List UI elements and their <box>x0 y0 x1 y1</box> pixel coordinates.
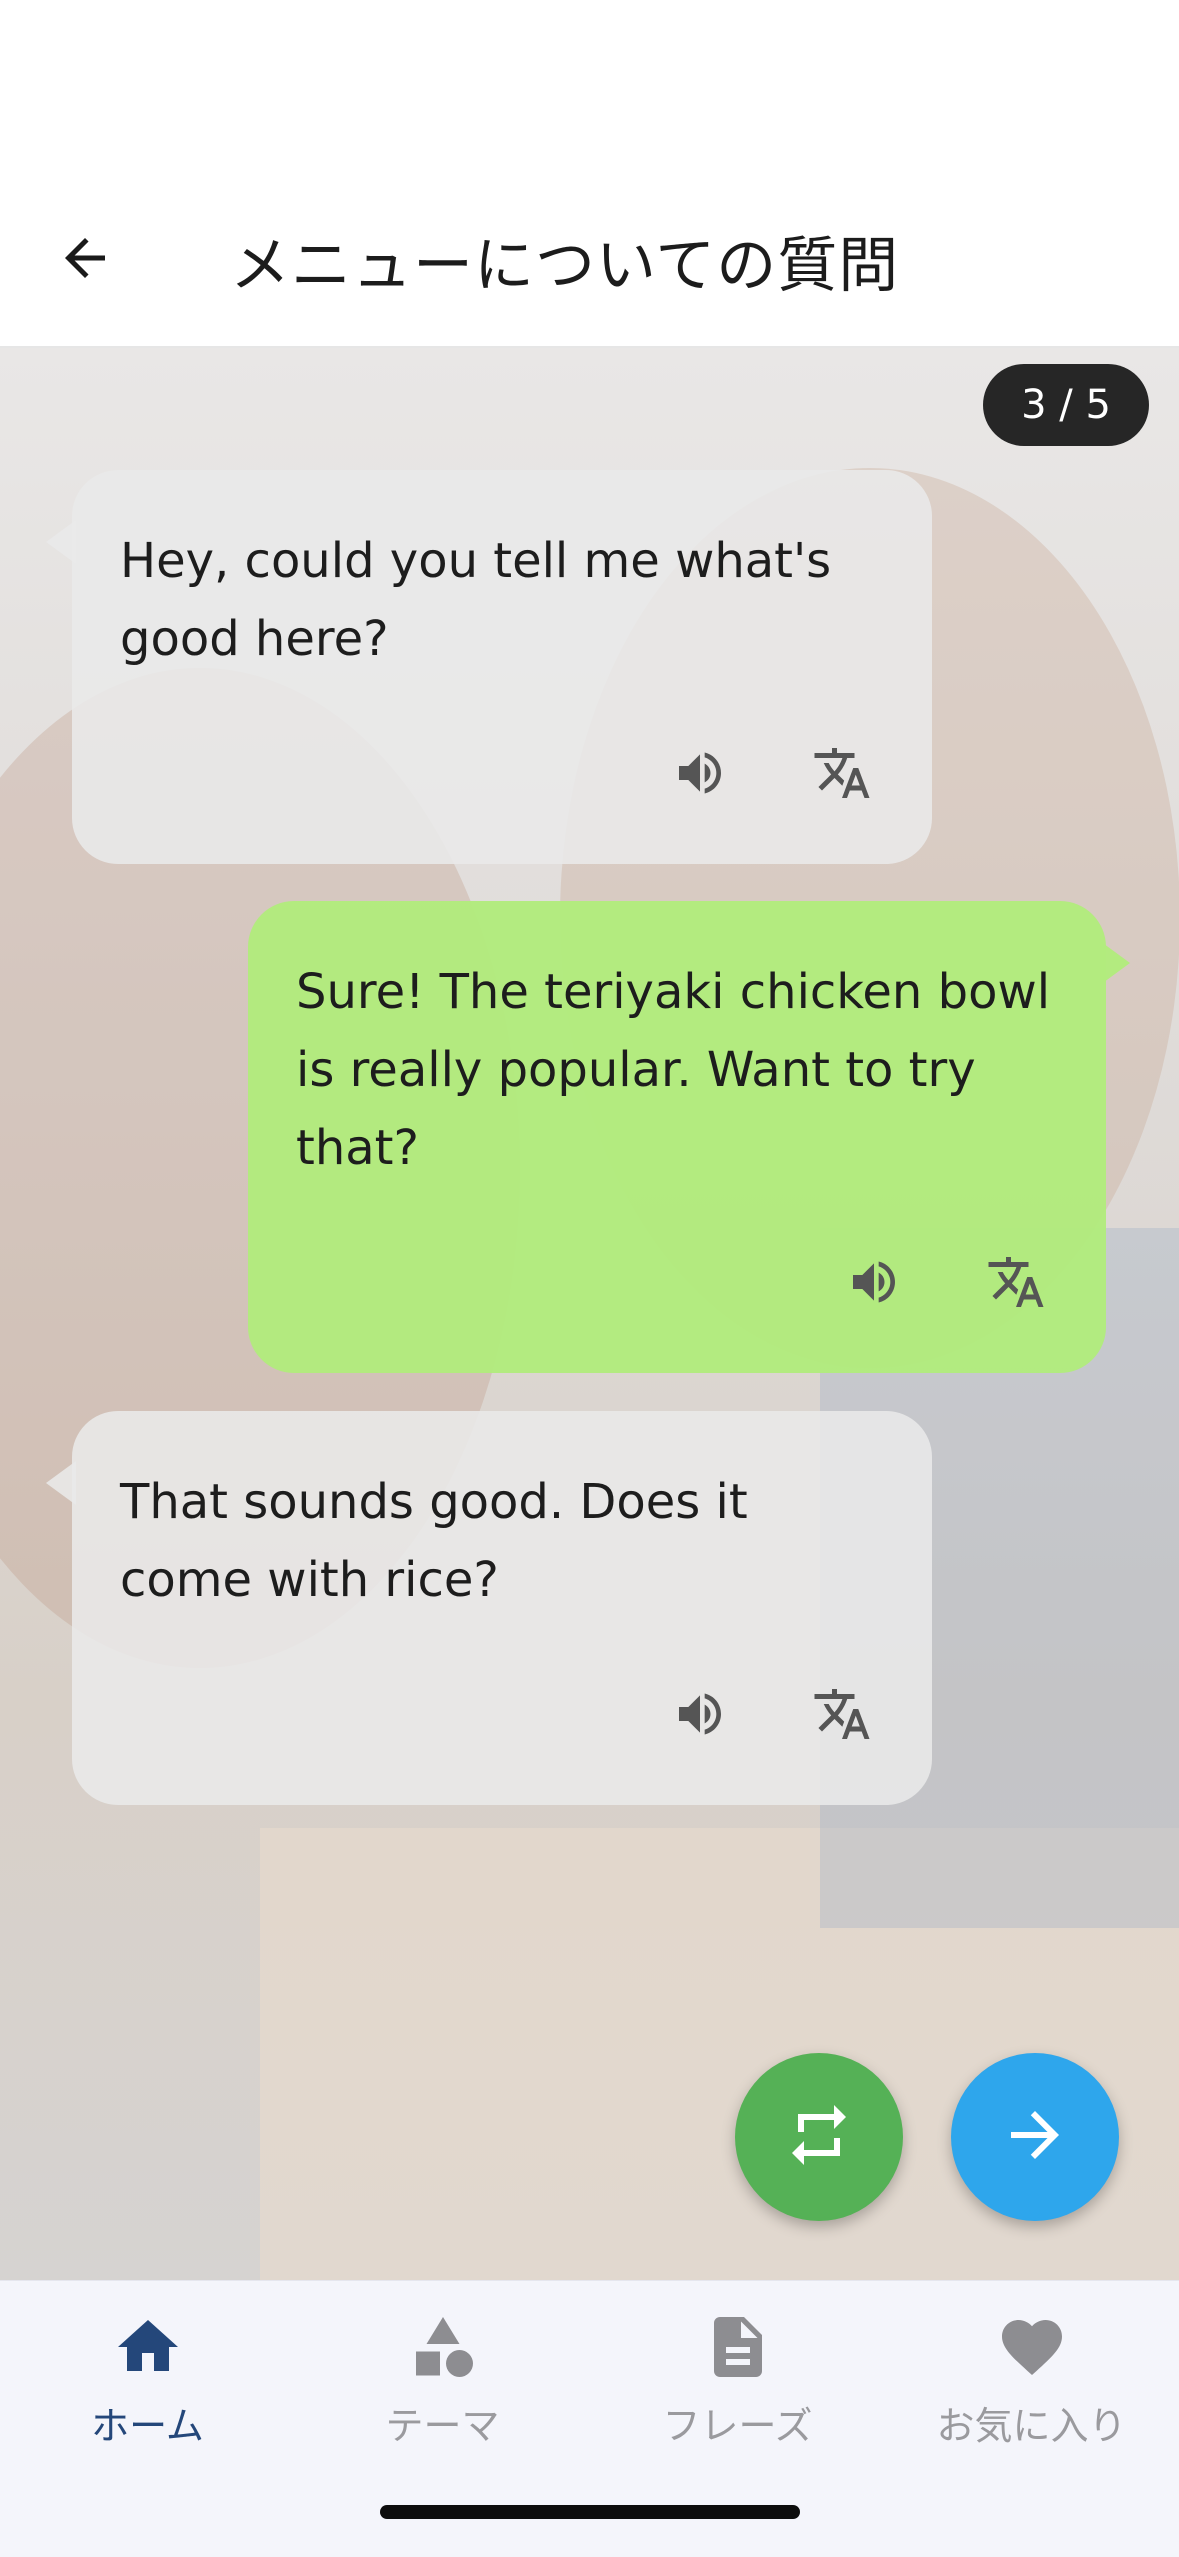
speaker-icon <box>672 1686 728 1765</box>
nav-label: テーマ <box>385 2404 500 2448</box>
message-bubble-incoming: That sounds good. Does it come with rice… <box>46 1411 932 1805</box>
bubble-actions <box>650 734 892 834</box>
translate-icon <box>812 1684 872 1767</box>
speak-button[interactable] <box>824 1243 924 1343</box>
repeat-button[interactable] <box>735 2053 903 2221</box>
speaker-icon <box>672 745 728 824</box>
message-bubble-incoming: Hey, could you tell me what's good here? <box>46 470 932 864</box>
heart-icon <box>996 2311 1068 2387</box>
message-text: Hey, could you tell me what's good here? <box>120 533 832 667</box>
translate-button[interactable] <box>792 734 892 834</box>
repeat-icon <box>783 2099 855 2175</box>
nav-label: ホーム <box>91 2404 204 2448</box>
nav-label: フレーズ <box>662 2404 813 2448</box>
arrow-left-icon <box>55 228 115 292</box>
speaker-icon <box>846 1254 902 1333</box>
translate-button[interactable] <box>966 1243 1066 1343</box>
shapes-icon <box>407 2311 479 2387</box>
app-bar: メニューについての質問 <box>0 0 1179 348</box>
document-icon <box>702 2311 774 2387</box>
speak-button[interactable] <box>650 1675 750 1775</box>
page-title: メニューについての質問 <box>230 230 900 301</box>
conversation-area: 3 / 5 Hey, could you tell me what's good… <box>0 348 1179 2280</box>
bubble-tail <box>46 1461 76 1505</box>
message-text: Sure! The teriyaki chicken bowl is reall… <box>296 964 1051 1176</box>
bubble-actions <box>650 1675 892 1775</box>
arrow-right-icon <box>999 2099 1071 2175</box>
nav-item-home[interactable]: ホーム <box>0 2311 295 2461</box>
message-text: That sounds good. Does it come with rice… <box>120 1474 748 1608</box>
bubble-actions <box>824 1243 1066 1343</box>
nav-item-theme[interactable]: テーマ <box>295 2311 590 2461</box>
home-indicator <box>380 2505 800 2519</box>
translate-icon <box>812 743 872 826</box>
nav-item-phrases[interactable]: フレーズ <box>590 2311 885 2461</box>
back-button[interactable] <box>40 215 130 305</box>
home-icon <box>112 2311 184 2387</box>
speak-button[interactable] <box>650 734 750 834</box>
bubble-tail <box>1100 941 1130 985</box>
nav-label: お気に入り <box>936 2404 1127 2448</box>
next-button[interactable] <box>951 2053 1119 2221</box>
bubble-tail <box>46 520 76 564</box>
translate-button[interactable] <box>792 1675 892 1775</box>
translate-icon <box>986 1252 1046 1335</box>
message-bubble-outgoing: Sure! The teriyaki chicken bowl is reall… <box>248 901 1130 1373</box>
progress-badge: 3 / 5 <box>983 364 1149 446</box>
nav-item-favorites[interactable]: お気に入り <box>884 2311 1179 2461</box>
